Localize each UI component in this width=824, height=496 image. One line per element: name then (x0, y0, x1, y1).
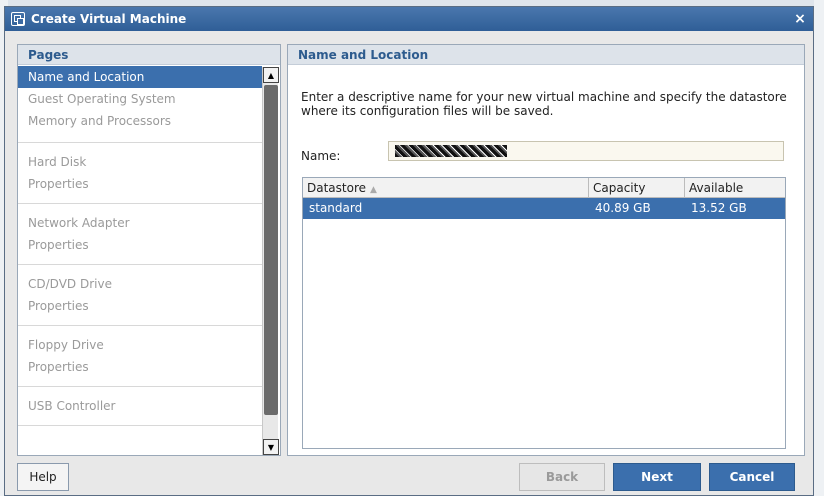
column-header-capacity[interactable]: Capacity (589, 178, 685, 197)
page-item[interactable]: Floppy Drive (18, 334, 262, 356)
redacted-name-value (395, 145, 507, 157)
name-location-panel: Name and Location Enter a descriptive na… (287, 44, 805, 456)
dialog-titlebar[interactable]: Create Virtual Machine × (5, 7, 813, 31)
content-panel-header: Name and Location (288, 45, 804, 65)
datastore-cell: standard (309, 201, 363, 215)
page-item[interactable]: Properties (18, 234, 262, 256)
column-header-datastore[interactable]: Datastore ▲ (303, 178, 589, 197)
page-group: Network Adapter Properties (18, 204, 262, 265)
page-group: Floppy Drive Properties (18, 326, 262, 387)
page-item[interactable]: Name and Location (18, 66, 262, 88)
table-row[interactable]: standard 40.89 GB 13.52 GB (303, 198, 785, 219)
help-button[interactable]: Help (17, 463, 69, 491)
pages-panel-header: Pages (18, 45, 280, 65)
back-button[interactable]: Back (519, 463, 605, 491)
capacity-cell: 40.89 GB (595, 201, 651, 215)
pages-scrollbar[interactable]: ▲ ▼ (262, 67, 279, 455)
name-input[interactable] (388, 141, 784, 161)
cancel-button[interactable]: Cancel (709, 463, 795, 491)
page-group: USB Controller (18, 387, 262, 426)
background-app-edge-right (814, 0, 824, 496)
description-text: Enter a descriptive name for your new vi… (301, 90, 787, 118)
pages-list: Name and Location Guest Operating System M… (18, 66, 262, 455)
create-vm-dialog: Create Virtual Machine × Pages Name and … (4, 6, 814, 496)
page-group: CD/DVD Drive Properties (18, 265, 262, 326)
page-item[interactable]: Memory and Processors (18, 110, 262, 132)
datastore-table: Datastore ▲ Capacity Available standard 4… (302, 177, 786, 449)
name-label: Name: (301, 149, 341, 163)
page-item[interactable]: Properties (18, 356, 262, 378)
page-group: Name and Location Guest Operating System M… (18, 66, 262, 143)
page-group: Hard Disk Properties (18, 143, 262, 204)
page-item[interactable]: USB Controller (18, 395, 262, 417)
available-cell: 13.52 GB (691, 201, 747, 215)
scroll-down-icon[interactable]: ▼ (263, 439, 279, 455)
sort-ascending-icon: ▲ (370, 185, 377, 195)
table-header-row: Datastore ▲ Capacity Available (303, 178, 785, 198)
page-item[interactable]: CD/DVD Drive (18, 273, 262, 295)
page-item[interactable]: Network Adapter (18, 212, 262, 234)
page-item[interactable]: Guest Operating System (18, 88, 262, 110)
column-header-available[interactable]: Available (685, 178, 785, 197)
page-item[interactable]: Properties (18, 173, 262, 195)
dialog-title: Create Virtual Machine (31, 12, 187, 26)
close-icon[interactable]: × (793, 12, 807, 26)
scroll-up-icon[interactable]: ▲ (263, 67, 279, 83)
pages-panel: Pages Name and Location Guest Operating S… (17, 44, 281, 456)
scroll-thumb[interactable] (264, 85, 278, 415)
vm-icon (11, 12, 25, 26)
page-item[interactable]: Hard Disk (18, 151, 262, 173)
next-button[interactable]: Next (613, 463, 701, 491)
page-item[interactable]: Properties (18, 295, 262, 317)
